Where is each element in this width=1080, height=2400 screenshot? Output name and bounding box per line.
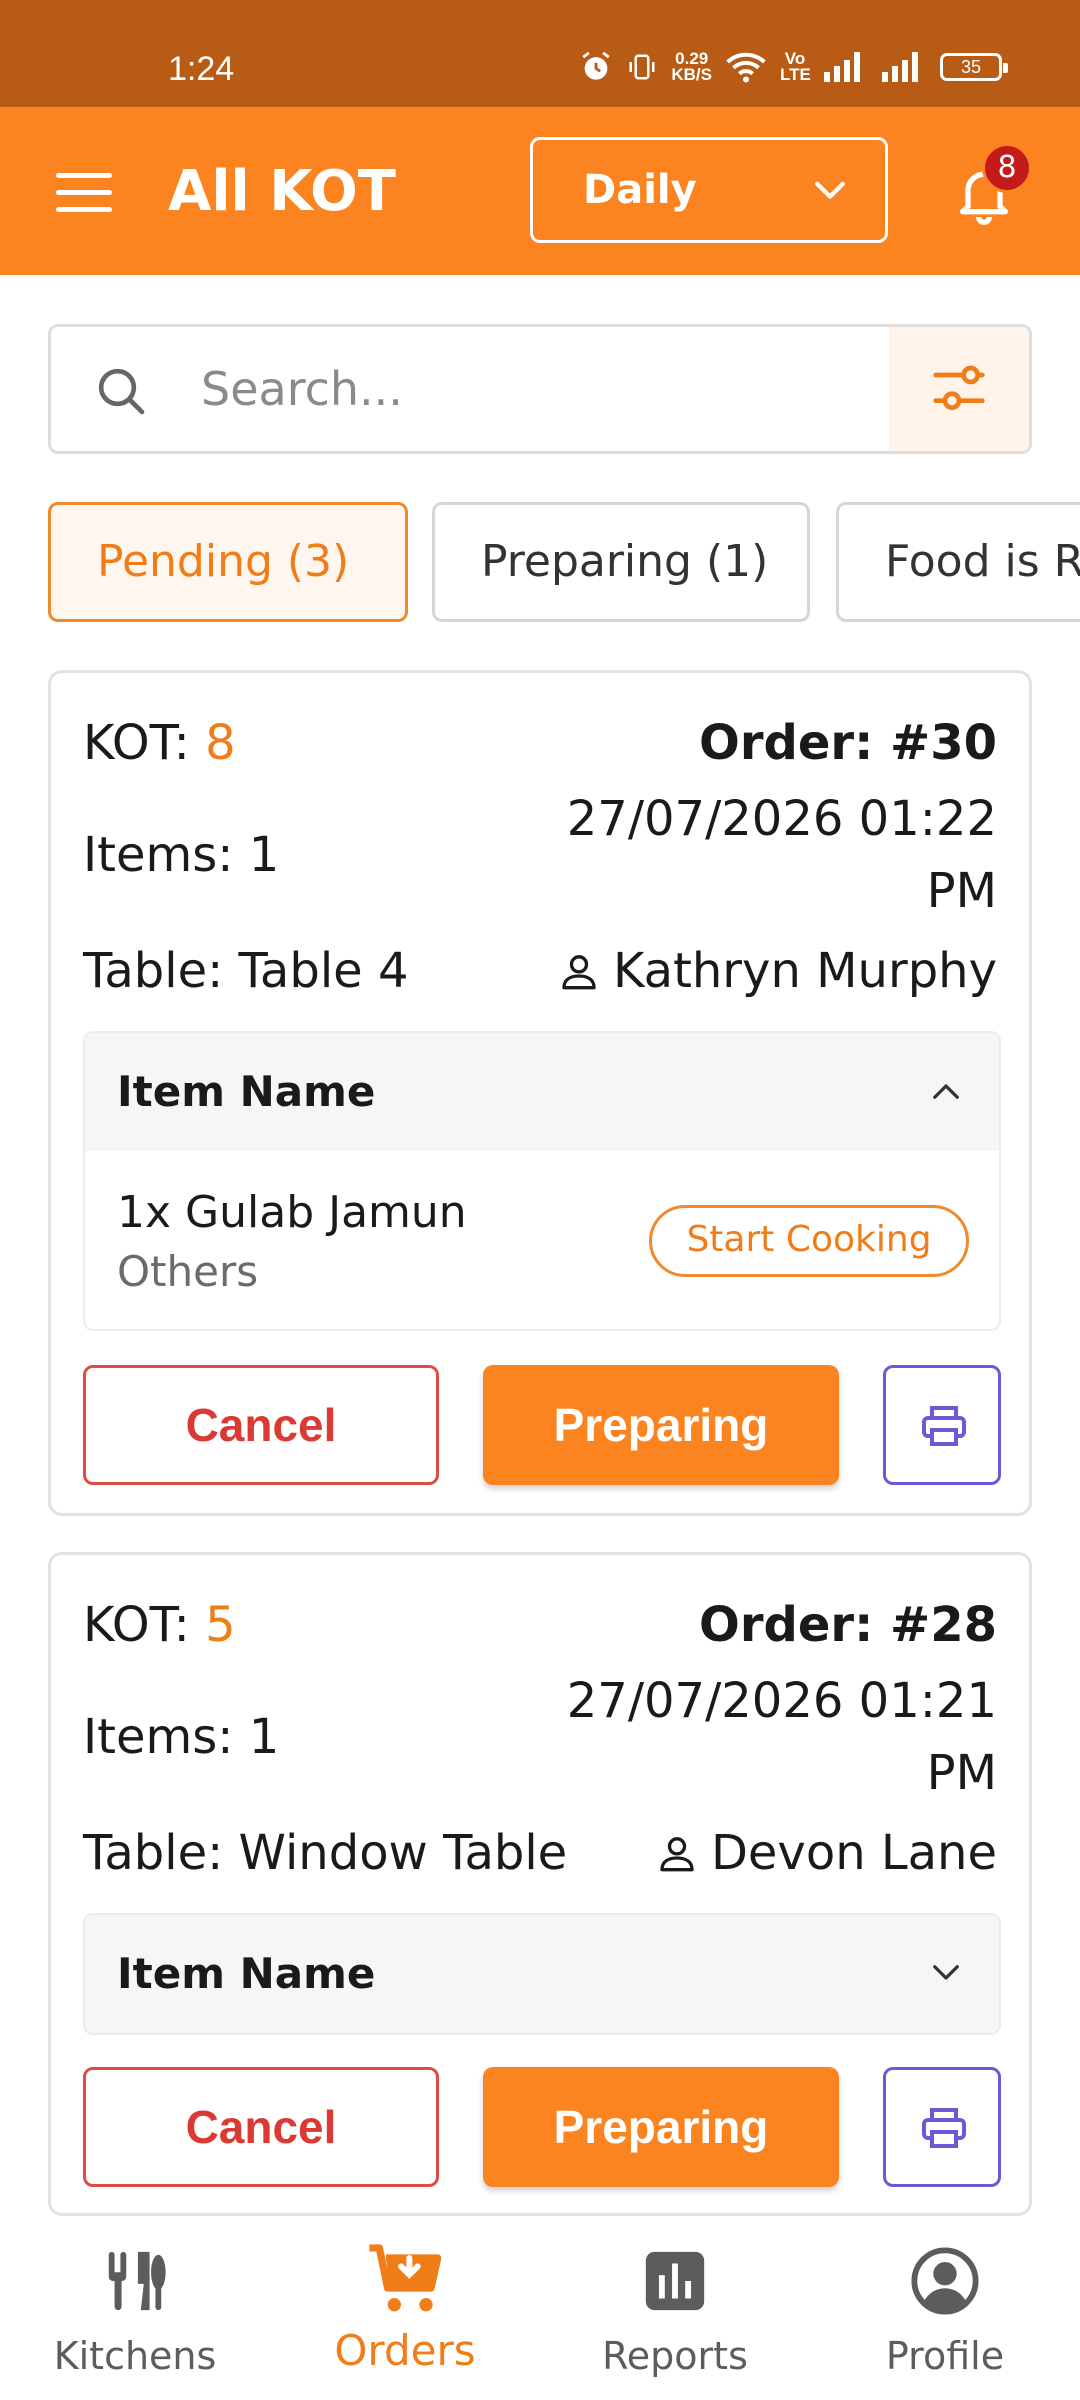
- tab-pending[interactable]: Pending (3): [48, 502, 408, 622]
- search-bar: [48, 324, 1032, 454]
- table-name: Table: Table 4: [83, 943, 409, 999]
- kot-number: KOT: 8: [83, 715, 236, 771]
- nav-orders-label: Orders: [334, 2326, 476, 2375]
- order-datetime: 27/07/2026 01:21 PM: [477, 1665, 997, 1809]
- net-speed-unit: KB/S: [671, 65, 712, 84]
- order-number: Order: #30: [699, 715, 997, 771]
- battery-icon: 35: [940, 53, 1008, 81]
- status-time: 1:24: [168, 50, 235, 88]
- filter-sliders-icon: [933, 365, 985, 410]
- tab-food-ready[interactable]: Food is Ready: [836, 502, 1080, 622]
- bar-chart-icon: [645, 2251, 705, 2311]
- cart-icon: [369, 2244, 442, 2312]
- net-speed: 0.29 KB/S: [671, 50, 712, 84]
- status-bar: 1:24 0.29 KB/S Vo LTE 35: [0, 0, 1080, 107]
- kot-number-value: 8: [205, 715, 236, 771]
- wifi-icon: [726, 52, 766, 83]
- range-selected-label: Daily: [583, 167, 697, 213]
- items-panel: Item Name 1x Gulab Jamun Others Start Co…: [83, 1031, 1001, 1331]
- signal-icon: [824, 52, 860, 82]
- page-title: All KOT: [168, 159, 396, 224]
- chevron-down-icon: [933, 1965, 959, 1980]
- customer-name: Kathryn Murphy: [559, 943, 997, 999]
- nav-reports[interactable]: Reports: [540, 2222, 810, 2400]
- status-icons: 0.29 KB/S Vo LTE 35: [579, 49, 1008, 84]
- customer-name: Devon Lane: [657, 1825, 997, 1881]
- range-dropdown[interactable]: Daily: [530, 137, 888, 243]
- kot-card: KOT: 8 Order: #30 27/07/2026 01:22 PM It…: [48, 670, 1032, 1516]
- order-time-period: PM: [926, 1745, 997, 1801]
- cancel-button[interactable]: Cancel: [83, 2067, 439, 2187]
- kot-number-value: 5: [205, 1597, 236, 1653]
- item-name: 1x Gulab Jamun: [117, 1187, 467, 1238]
- print-button[interactable]: [883, 2067, 1001, 2187]
- kitchen-utensils-icon: [108, 2251, 166, 2311]
- items-count: Items: 1: [83, 827, 280, 883]
- vibrate-icon: [629, 54, 655, 80]
- signal-icon-2: [882, 52, 918, 82]
- app-bar: All KOT Daily 8: [0, 107, 1080, 275]
- print-button[interactable]: [883, 1365, 1001, 1485]
- items-panel: Item Name: [83, 1913, 1001, 2035]
- kot-number: KOT: 5: [83, 1597, 236, 1653]
- cancel-button[interactable]: Cancel: [83, 1365, 439, 1485]
- customer-name-text: Kathryn Murphy: [613, 943, 997, 999]
- kot-label: KOT:: [83, 1597, 190, 1653]
- table-name: Table: Window Table: [83, 1825, 568, 1881]
- item-category: Others: [117, 1247, 259, 1296]
- person-icon: [660, 1837, 694, 1872]
- notification-badge: 8: [982, 143, 1032, 193]
- items-panel-header[interactable]: Item Name: [85, 1033, 999, 1151]
- kot-label: KOT:: [83, 715, 190, 771]
- items-panel-header[interactable]: Item Name: [85, 1915, 999, 2033]
- nav-profile-label: Profile: [885, 2334, 1005, 2378]
- nav-orders[interactable]: Orders: [270, 2222, 540, 2400]
- order-date: 27/07/2026 01:22: [566, 791, 997, 847]
- search-icon: [98, 368, 145, 415]
- printer-icon: [922, 2108, 966, 2148]
- start-cooking-button[interactable]: Start Cooking: [649, 1205, 969, 1277]
- status-tabs: Pending (3) Preparing (1) Food is Ready: [48, 502, 1080, 624]
- customer-name-text: Devon Lane: [710, 1825, 997, 1881]
- search-input[interactable]: [201, 347, 901, 431]
- nav-reports-label: Reports: [602, 2334, 748, 2378]
- order-datetime: 27/07/2026 01:22 PM: [477, 783, 997, 927]
- menu-icon[interactable]: [56, 173, 112, 213]
- preparing-button[interactable]: Preparing: [483, 2067, 839, 2187]
- user-circle-icon: [911, 2247, 979, 2315]
- nav-kitchens[interactable]: Kitchens: [0, 2222, 270, 2400]
- bottom-nav: Kitchens Orders Reports Profile: [0, 2222, 1080, 2400]
- item-name-header: Item Name: [117, 1067, 376, 1116]
- chevron-down-icon: [815, 181, 845, 199]
- order-time-period: PM: [926, 863, 997, 919]
- preparing-button[interactable]: Preparing: [483, 1365, 839, 1485]
- kot-card: KOT: 5 Order: #28 27/07/2026 01:21 PM It…: [48, 1552, 1032, 2216]
- tab-preparing[interactable]: Preparing (1): [432, 502, 810, 622]
- list-item: 1x Gulab Jamun Others Start Cooking: [85, 1151, 999, 1329]
- items-count: Items: 1: [83, 1709, 280, 1765]
- alarm-icon: [582, 51, 610, 80]
- order-date: 27/07/2026 01:21: [566, 1673, 997, 1729]
- nav-kitchens-label: Kitchens: [53, 2334, 217, 2378]
- volte-label: Vo LTE: [780, 49, 811, 84]
- printer-icon: [922, 1406, 966, 1446]
- nav-profile[interactable]: Profile: [810, 2222, 1080, 2400]
- order-number: Order: #28: [699, 1597, 997, 1653]
- filter-button[interactable]: [889, 327, 1029, 451]
- chevron-up-icon: [933, 1084, 959, 1099]
- person-icon: [562, 955, 596, 990]
- item-name-header: Item Name: [117, 1949, 376, 1998]
